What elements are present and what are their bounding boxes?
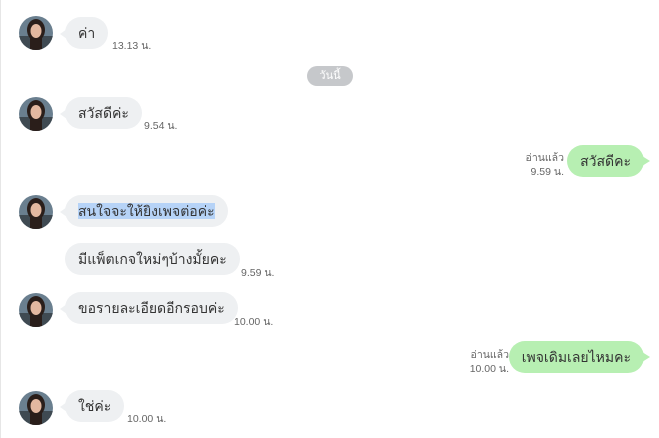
- message-time: 9.54 น.: [144, 120, 178, 132]
- read-status: อ่านแล้ว: [470, 349, 509, 361]
- avatar-photo-icon: [19, 391, 53, 425]
- message-time: 9.59 น.: [241, 267, 275, 279]
- avatar-photo-icon: [19, 195, 53, 229]
- incoming-message[interactable]: ใช่ค่ะ: [60, 390, 125, 422]
- incoming-message[interactable]: ค่า: [60, 17, 109, 49]
- message-time: 13.13 น.: [112, 40, 152, 52]
- avatar-photo-icon: [19, 293, 53, 327]
- message-text: ใช่ค่ะ: [78, 398, 112, 414]
- message-text: สวัสดีคะ: [580, 153, 631, 169]
- message-text-selected: สนใจจะให้ยิงเพจต่อค่ะ: [78, 203, 215, 219]
- contact-avatar[interactable]: [19, 391, 53, 425]
- message-text: ขอรายละเอียดอีกรอบค่ะ: [78, 300, 225, 316]
- outgoing-message[interactable]: สวัสดีคะ: [567, 145, 650, 177]
- read-status: อ่านแล้ว: [525, 152, 564, 164]
- message-text: เพจเดิมเลยไหมคะ: [521, 349, 631, 365]
- chat-window: ค่า 13.13 น. วันนี้ สวัสดีค่ะ 9.54 น. อ่…: [0, 0, 659, 438]
- date-divider: วันนี้: [307, 66, 353, 86]
- incoming-message[interactable]: สวัสดีค่ะ: [60, 97, 142, 129]
- contact-avatar[interactable]: [19, 195, 53, 229]
- contact-avatar[interactable]: [19, 97, 53, 131]
- message-text: มีแพ็ตเกจใหม่ๆบ้างมั้ยคะ: [78, 251, 227, 267]
- outgoing-message[interactable]: เพจเดิมเลยไหมคะ: [508, 341, 650, 373]
- read-receipt: อ่านแล้ว 10.00 น.: [470, 348, 509, 376]
- contact-avatar[interactable]: [19, 16, 53, 50]
- message-time: 9.59 น.: [530, 166, 564, 178]
- message-time: 10.00 น.: [127, 413, 167, 425]
- panel-divider: [0, 0, 1, 438]
- message-time: 10.00 น.: [469, 363, 509, 375]
- message-text: ค่า: [78, 25, 96, 41]
- avatar-photo-icon: [19, 97, 53, 131]
- contact-avatar[interactable]: [19, 293, 53, 327]
- message-time: 10.00 น.: [234, 316, 274, 328]
- incoming-message[interactable]: ขอรายละเอียดอีกรอบค่ะ: [60, 292, 238, 324]
- read-receipt: อ่านแล้ว 9.59 น.: [526, 151, 564, 179]
- message-text: สวัสดีค่ะ: [78, 105, 129, 121]
- incoming-message[interactable]: มีแพ็ตเกจใหม่ๆบ้างมั้ยคะ: [65, 243, 240, 275]
- avatar-photo-icon: [19, 16, 53, 50]
- incoming-message[interactable]: สนใจจะให้ยิงเพจต่อค่ะ: [60, 195, 228, 227]
